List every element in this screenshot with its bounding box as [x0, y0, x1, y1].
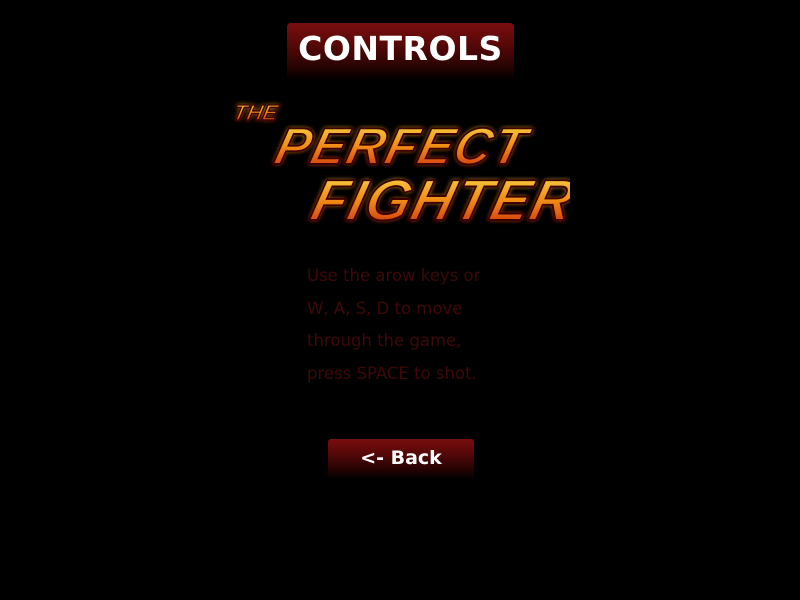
- back-button[interactable]: <- Back: [328, 439, 474, 479]
- back-button-label: <- Back: [360, 447, 442, 469]
- instruction-line: W, A, S, D to move: [307, 298, 463, 318]
- title-banner: CONTROLS: [287, 23, 514, 80]
- logo-the: THE: [231, 100, 281, 125]
- controls-instructions: Use the arow keys or W, A, S, D to move …: [307, 260, 537, 390]
- logo-fighter: FIGHTER: [305, 169, 570, 233]
- game-logo: THE PERFECT FIGHTER: [230, 99, 570, 233]
- logo-perfect: PERFECT: [269, 118, 536, 176]
- instruction-line: press SPACE to shot.: [307, 363, 477, 383]
- instruction-line: through the game,: [307, 331, 462, 350]
- instruction-line: Use the arow keys or: [307, 266, 481, 285]
- screen-title: CONTROLS: [298, 29, 503, 68]
